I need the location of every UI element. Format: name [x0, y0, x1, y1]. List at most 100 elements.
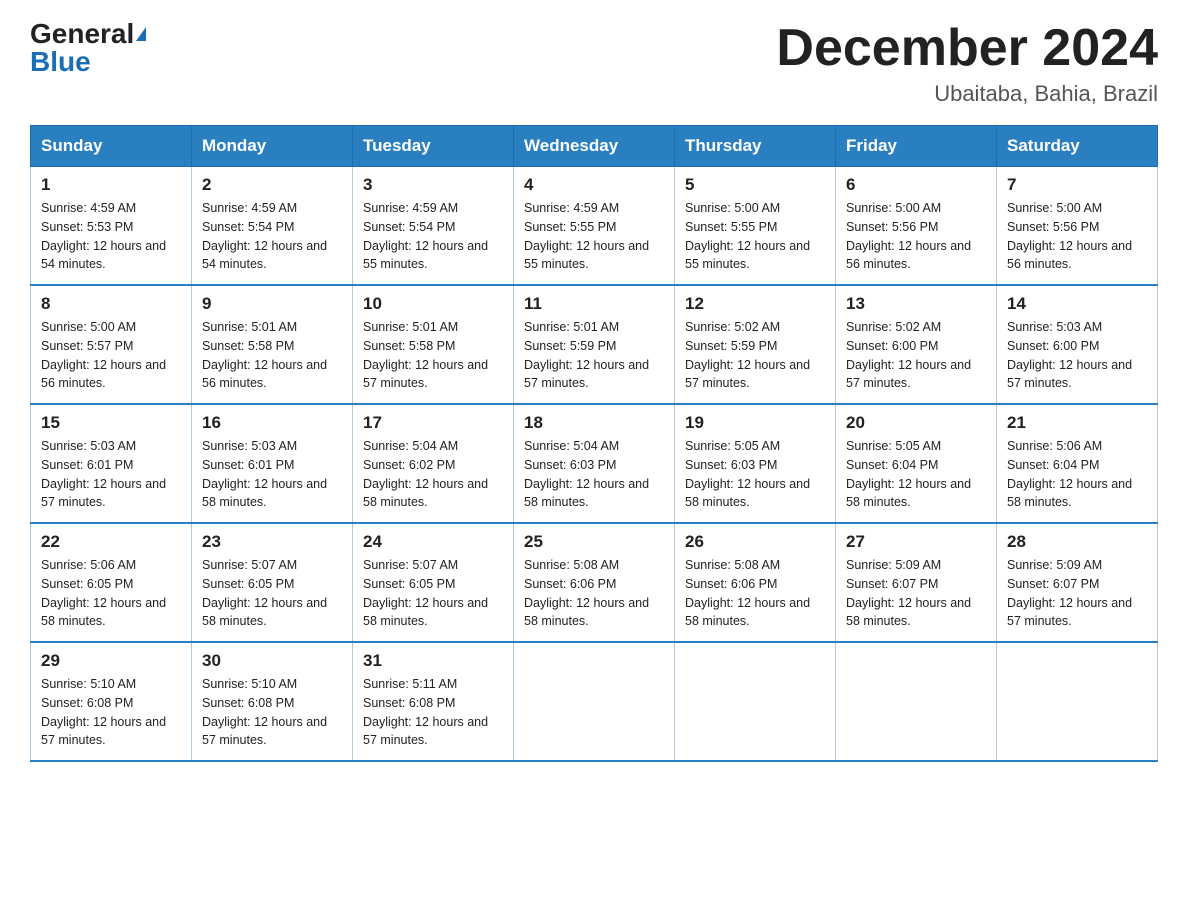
empty-cell [836, 642, 997, 761]
day-info: Sunrise: 5:03 AMSunset: 6:00 PMDaylight:… [1007, 318, 1147, 393]
day-info: Sunrise: 5:09 AMSunset: 6:07 PMDaylight:… [846, 556, 986, 631]
calendar-day-cell: 27 Sunrise: 5:09 AMSunset: 6:07 PMDaylig… [836, 523, 997, 642]
calendar-day-cell: 23 Sunrise: 5:07 AMSunset: 6:05 PMDaylig… [192, 523, 353, 642]
day-info: Sunrise: 5:00 AMSunset: 5:56 PMDaylight:… [1007, 199, 1147, 274]
day-info: Sunrise: 5:01 AMSunset: 5:59 PMDaylight:… [524, 318, 664, 393]
day-info: Sunrise: 5:00 AMSunset: 5:55 PMDaylight:… [685, 199, 825, 274]
day-number: 16 [202, 413, 342, 433]
day-info: Sunrise: 5:07 AMSunset: 6:05 PMDaylight:… [363, 556, 503, 631]
month-title: December 2024 [776, 20, 1158, 77]
day-info: Sunrise: 5:02 AMSunset: 5:59 PMDaylight:… [685, 318, 825, 393]
day-info: Sunrise: 5:09 AMSunset: 6:07 PMDaylight:… [1007, 556, 1147, 631]
calendar-day-cell: 15 Sunrise: 5:03 AMSunset: 6:01 PMDaylig… [31, 404, 192, 523]
day-info: Sunrise: 5:01 AMSunset: 5:58 PMDaylight:… [363, 318, 503, 393]
calendar-day-cell: 17 Sunrise: 5:04 AMSunset: 6:02 PMDaylig… [353, 404, 514, 523]
day-number: 19 [685, 413, 825, 433]
calendar-day-cell: 18 Sunrise: 5:04 AMSunset: 6:03 PMDaylig… [514, 404, 675, 523]
calendar-day-cell: 13 Sunrise: 5:02 AMSunset: 6:00 PMDaylig… [836, 285, 997, 404]
day-number: 18 [524, 413, 664, 433]
column-header-friday: Friday [836, 126, 997, 167]
day-info: Sunrise: 5:02 AMSunset: 6:00 PMDaylight:… [846, 318, 986, 393]
calendar-day-cell: 1 Sunrise: 4:59 AMSunset: 5:53 PMDayligh… [31, 167, 192, 286]
day-number: 29 [41, 651, 181, 671]
day-number: 3 [363, 175, 503, 195]
day-number: 24 [363, 532, 503, 552]
day-number: 8 [41, 294, 181, 314]
column-header-sunday: Sunday [31, 126, 192, 167]
day-info: Sunrise: 5:01 AMSunset: 5:58 PMDaylight:… [202, 318, 342, 393]
calendar-day-cell: 26 Sunrise: 5:08 AMSunset: 6:06 PMDaylig… [675, 523, 836, 642]
calendar-day-cell: 16 Sunrise: 5:03 AMSunset: 6:01 PMDaylig… [192, 404, 353, 523]
day-info: Sunrise: 5:03 AMSunset: 6:01 PMDaylight:… [202, 437, 342, 512]
calendar-week-row: 22 Sunrise: 5:06 AMSunset: 6:05 PMDaylig… [31, 523, 1158, 642]
column-header-wednesday: Wednesday [514, 126, 675, 167]
day-number: 12 [685, 294, 825, 314]
column-header-saturday: Saturday [997, 126, 1158, 167]
day-number: 13 [846, 294, 986, 314]
day-info: Sunrise: 5:05 AMSunset: 6:03 PMDaylight:… [685, 437, 825, 512]
day-number: 20 [846, 413, 986, 433]
day-info: Sunrise: 5:08 AMSunset: 6:06 PMDaylight:… [524, 556, 664, 631]
day-info: Sunrise: 5:06 AMSunset: 6:04 PMDaylight:… [1007, 437, 1147, 512]
day-number: 25 [524, 532, 664, 552]
calendar-day-cell: 22 Sunrise: 5:06 AMSunset: 6:05 PMDaylig… [31, 523, 192, 642]
day-number: 15 [41, 413, 181, 433]
day-number: 28 [1007, 532, 1147, 552]
calendar-day-cell: 19 Sunrise: 5:05 AMSunset: 6:03 PMDaylig… [675, 404, 836, 523]
day-info: Sunrise: 5:05 AMSunset: 6:04 PMDaylight:… [846, 437, 986, 512]
calendar-day-cell: 24 Sunrise: 5:07 AMSunset: 6:05 PMDaylig… [353, 523, 514, 642]
day-info: Sunrise: 5:00 AMSunset: 5:57 PMDaylight:… [41, 318, 181, 393]
calendar-table: SundayMondayTuesdayWednesdayThursdayFrid… [30, 125, 1158, 762]
calendar-day-cell: 21 Sunrise: 5:06 AMSunset: 6:04 PMDaylig… [997, 404, 1158, 523]
day-info: Sunrise: 4:59 AMSunset: 5:55 PMDaylight:… [524, 199, 664, 274]
empty-cell [514, 642, 675, 761]
day-info: Sunrise: 5:07 AMSunset: 6:05 PMDaylight:… [202, 556, 342, 631]
day-number: 23 [202, 532, 342, 552]
calendar-day-cell: 11 Sunrise: 5:01 AMSunset: 5:59 PMDaylig… [514, 285, 675, 404]
page-header: General Blue December 2024 Ubaitaba, Bah… [30, 20, 1158, 107]
day-info: Sunrise: 5:10 AMSunset: 6:08 PMDaylight:… [41, 675, 181, 750]
day-number: 6 [846, 175, 986, 195]
day-number: 5 [685, 175, 825, 195]
column-header-monday: Monday [192, 126, 353, 167]
empty-cell [675, 642, 836, 761]
day-number: 2 [202, 175, 342, 195]
calendar-day-cell: 12 Sunrise: 5:02 AMSunset: 5:59 PMDaylig… [675, 285, 836, 404]
day-number: 22 [41, 532, 181, 552]
logo: General Blue [30, 20, 146, 76]
day-info: Sunrise: 5:00 AMSunset: 5:56 PMDaylight:… [846, 199, 986, 274]
calendar-day-cell: 2 Sunrise: 4:59 AMSunset: 5:54 PMDayligh… [192, 167, 353, 286]
calendar-day-cell: 14 Sunrise: 5:03 AMSunset: 6:00 PMDaylig… [997, 285, 1158, 404]
day-number: 9 [202, 294, 342, 314]
calendar-day-cell: 8 Sunrise: 5:00 AMSunset: 5:57 PMDayligh… [31, 285, 192, 404]
calendar-day-cell: 28 Sunrise: 5:09 AMSunset: 6:07 PMDaylig… [997, 523, 1158, 642]
day-info: Sunrise: 4:59 AMSunset: 5:54 PMDaylight:… [202, 199, 342, 274]
logo-blue-text: Blue [30, 48, 91, 76]
calendar-day-cell: 31 Sunrise: 5:11 AMSunset: 6:08 PMDaylig… [353, 642, 514, 761]
calendar-day-cell: 3 Sunrise: 4:59 AMSunset: 5:54 PMDayligh… [353, 167, 514, 286]
day-number: 7 [1007, 175, 1147, 195]
calendar-week-row: 1 Sunrise: 4:59 AMSunset: 5:53 PMDayligh… [31, 167, 1158, 286]
day-number: 31 [363, 651, 503, 671]
day-number: 14 [1007, 294, 1147, 314]
calendar-week-row: 8 Sunrise: 5:00 AMSunset: 5:57 PMDayligh… [31, 285, 1158, 404]
day-number: 4 [524, 175, 664, 195]
calendar-day-cell: 30 Sunrise: 5:10 AMSunset: 6:08 PMDaylig… [192, 642, 353, 761]
calendar-day-cell: 9 Sunrise: 5:01 AMSunset: 5:58 PMDayligh… [192, 285, 353, 404]
empty-cell [997, 642, 1158, 761]
day-info: Sunrise: 5:11 AMSunset: 6:08 PMDaylight:… [363, 675, 503, 750]
calendar-day-cell: 10 Sunrise: 5:01 AMSunset: 5:58 PMDaylig… [353, 285, 514, 404]
calendar-day-cell: 7 Sunrise: 5:00 AMSunset: 5:56 PMDayligh… [997, 167, 1158, 286]
calendar-week-row: 29 Sunrise: 5:10 AMSunset: 6:08 PMDaylig… [31, 642, 1158, 761]
location-subtitle: Ubaitaba, Bahia, Brazil [776, 81, 1158, 107]
calendar-day-cell: 20 Sunrise: 5:05 AMSunset: 6:04 PMDaylig… [836, 404, 997, 523]
day-number: 1 [41, 175, 181, 195]
day-number: 17 [363, 413, 503, 433]
day-info: Sunrise: 5:03 AMSunset: 6:01 PMDaylight:… [41, 437, 181, 512]
day-info: Sunrise: 5:10 AMSunset: 6:08 PMDaylight:… [202, 675, 342, 750]
day-number: 26 [685, 532, 825, 552]
day-number: 11 [524, 294, 664, 314]
logo-general-text: General [30, 20, 134, 48]
day-number: 21 [1007, 413, 1147, 433]
day-info: Sunrise: 5:04 AMSunset: 6:03 PMDaylight:… [524, 437, 664, 512]
